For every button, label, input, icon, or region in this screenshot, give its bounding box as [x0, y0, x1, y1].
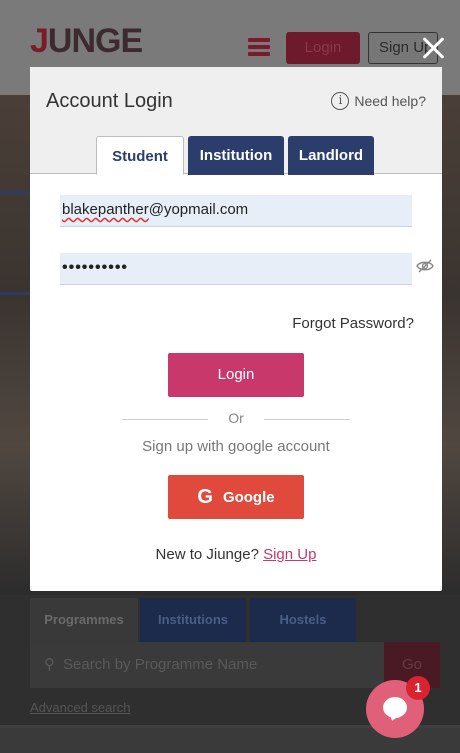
google-signup-prompt: Sign up with google account	[142, 438, 330, 455]
tab-landlord[interactable]: Landlord	[288, 136, 374, 175]
or-divider: Or	[122, 410, 350, 428]
forgot-password-link[interactable]: Forgot Password?	[292, 315, 414, 332]
site-logo: JUNGE	[30, 22, 143, 60]
search-tab-hostels[interactable]: Hostels	[250, 598, 356, 642]
need-help-link[interactable]: i Need help?	[331, 92, 426, 110]
email-username: blakepanther	[62, 201, 149, 218]
email-domain: @yopmail.com	[148, 201, 249, 218]
advanced-search-link[interactable]: Advanced search	[30, 700, 130, 715]
need-help-label: Need help?	[354, 93, 426, 109]
google-signin-button[interactable]: G Google	[168, 475, 304, 519]
tab-institution[interactable]: Institution	[188, 136, 284, 175]
modal-title: Account Login	[46, 90, 173, 112]
signup-link[interactable]: Sign Up	[263, 546, 316, 563]
header-login-button[interactable]: Login	[286, 32, 360, 64]
new-user-text: New to Jiunge?	[155, 546, 259, 563]
or-label: Or	[228, 410, 244, 426]
search-tab-institutions[interactable]: Institutions	[140, 598, 246, 642]
info-icon: i	[331, 92, 350, 110]
password-field[interactable]: ••••••••••	[60, 253, 434, 285]
login-modal: Account Login i Need help? Student Insti…	[30, 67, 442, 591]
chat-notification-badge: 1	[406, 676, 430, 700]
login-button[interactable]: Login	[168, 353, 304, 397]
divider-line-right	[264, 419, 350, 420]
password-value: ••••••••••	[62, 259, 129, 276]
search-tab-programmes[interactable]: Programmes	[30, 598, 138, 642]
eye-off-icon[interactable]	[416, 259, 434, 273]
search-icon: ⚲	[44, 656, 55, 673]
new-user-row: New to Jiunge? Sign Up	[30, 546, 442, 563]
tab-student[interactable]: Student	[96, 136, 184, 175]
google-button-label: Google	[222, 489, 275, 506]
programme-search-input[interactable]: ⚲ Search by Programme Name	[30, 642, 384, 688]
chat-icon	[383, 697, 407, 718]
google-icon: G	[197, 486, 213, 508]
email-field[interactable]: blakepanther@yopmail.com	[60, 195, 412, 227]
menu-icon[interactable]	[248, 38, 270, 56]
close-icon[interactable]	[420, 34, 448, 62]
